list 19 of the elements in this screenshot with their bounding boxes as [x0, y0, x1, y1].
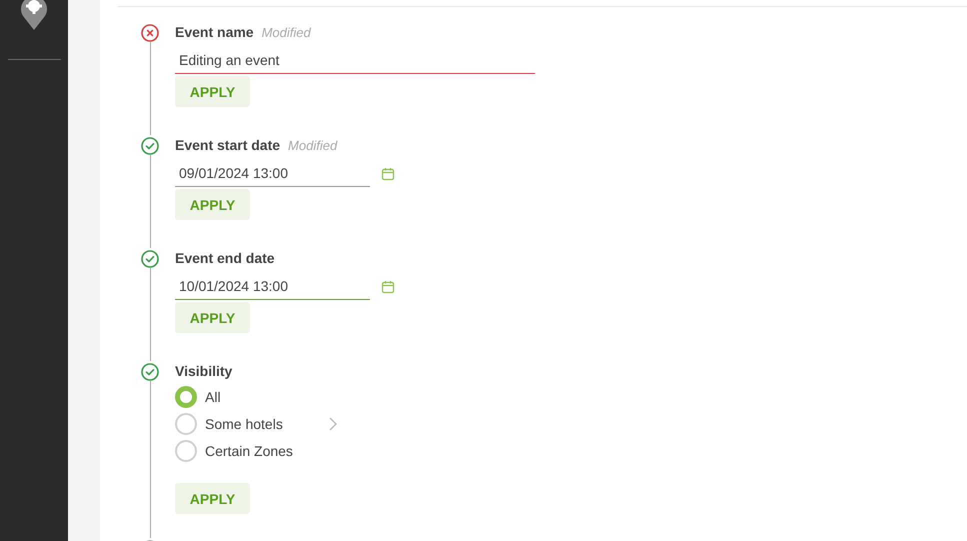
calendar-icon[interactable]: [381, 280, 395, 294]
radio-button[interactable]: [175, 386, 197, 408]
modified-note: Modified: [262, 24, 311, 40]
calendar-icon[interactable]: [381, 166, 395, 180]
date-field[interactable]: 09/01/2024 13:00: [175, 160, 370, 187]
radio-button[interactable]: [175, 412, 197, 434]
radio-button[interactable]: [175, 440, 197, 462]
modified-note: Modified: [288, 138, 338, 152]
date-field[interactable]: 10/01/2024 13:00: [175, 273, 370, 300]
option-label[interactable]: Some hotels: [205, 416, 325, 432]
field-label: Event end date: [175, 250, 275, 266]
option-label[interactable]: Certain Zones: [205, 442, 325, 458]
field-label: Event start date: [175, 137, 280, 153]
input-field[interactable]: Editing an event: [175, 47, 535, 74]
field-label: Event name: [175, 24, 254, 40]
field-label: Visibility: [175, 363, 232, 379]
chevron-right-icon[interactable]: [329, 416, 337, 430]
map-pin-gear-icon[interactable]: [19, 0, 49, 30]
option-label[interactable]: All: [205, 388, 325, 404]
